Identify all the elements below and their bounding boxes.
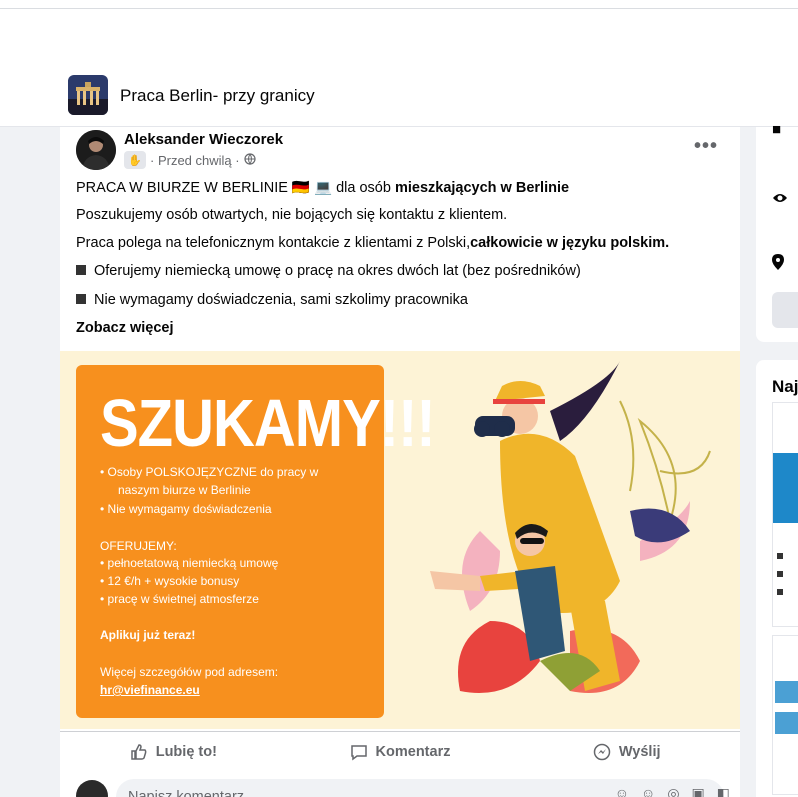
comment-icon <box>350 744 367 760</box>
comment-tools: ☺ ☺ ◎ ▣ ◧ <box>615 785 730 797</box>
group-header: Praca Berlin- przy granicy <box>0 65 798 127</box>
sidebar-button[interactable] <box>772 292 798 328</box>
lock-icon: ■ <box>772 121 782 138</box>
gif-icon[interactable]: ▣ <box>692 785 705 797</box>
recommended-item-thumbnail[interactable] <box>772 402 798 627</box>
card-offer-3: • pracę w świetnej atmosferze <box>100 592 259 606</box>
post-meta: ✋ · Przed chwilą · <box>124 151 256 169</box>
bullet-square-icon <box>76 294 86 304</box>
recommended-item-thumbnail-2[interactable] <box>772 635 798 795</box>
post-bullet-2-text: Nie wymagamy doświadczenia, sami szkolim… <box>94 292 468 308</box>
sidebar-title: Naj <box>772 377 798 396</box>
post-line-1-bold: mieszkających w Berlinie <box>394 180 570 196</box>
post-bullet-1: Oferujemy niemiecką umowę o pracę na okr… <box>76 263 581 279</box>
commenter-avatar <box>76 780 108 797</box>
more-options-icon[interactable]: ••• <box>694 135 718 158</box>
sticker-pack-icon[interactable]: ◧ <box>717 785 730 797</box>
eye-icon <box>772 191 788 208</box>
flag-laptop-emoji: 🇩🇪 💻 <box>291 180 333 196</box>
post-line-1: PRACA W BIURZE W BERLINIE 🇩🇪 💻 dla osób … <box>76 179 569 196</box>
globe-icon <box>243 152 256 168</box>
group-about-panel: ■ <box>756 121 798 342</box>
sticker-icon[interactable]: ☺ <box>615 785 629 797</box>
post-line-3-bold: całkowicie w języku polskim. <box>470 235 670 251</box>
post-actions-bar: Lubię to! Komentarz Wyślij <box>60 731 740 771</box>
author-avatar[interactable] <box>76 130 116 170</box>
thumbs-up-icon <box>130 743 147 760</box>
card-offer-2: • 12 €/h + wysokie bonusy <box>100 574 240 588</box>
card-title: SZUKAMY!!! <box>100 386 436 461</box>
card-offer-1: • pełnoetatową niemiecką umowę <box>100 556 279 570</box>
author-name[interactable]: Aleksander Wieczorek <box>124 131 283 148</box>
messenger-icon <box>593 743 611 760</box>
post-line-3: Praca polega na telefonicznym kontakcie … <box>76 235 669 251</box>
post-time[interactable]: · Przed chwilą · <box>150 153 240 168</box>
card-offer-title: OFERUJEMY: <box>100 539 177 553</box>
comment-composer: Napisz komentarz... ☺ ☺ ◎ ▣ ◧ <box>60 775 740 797</box>
post-line-2: Poszukujemy osób otwartych, nie bojących… <box>76 207 508 223</box>
group-cover-thumbnail[interactable] <box>68 75 108 115</box>
post-line-1-mid: dla osób <box>332 180 395 196</box>
post-image[interactable]: SZUKAMY!!! • Osoby POLSKOJĘZYCZNE do pra… <box>60 351 740 729</box>
job-ad-card: SZUKAMY!!! • Osoby POLSKOJĘZYCZNE do pra… <box>76 365 436 718</box>
top-navigation-bar <box>0 8 798 73</box>
comment-label: Komentarz <box>375 743 451 760</box>
card-bullet-2: • Nie wymagamy doświadczenia <box>100 502 272 516</box>
bullet-square-icon <box>76 265 86 275</box>
emoji-icon[interactable]: ☺ <box>641 785 655 797</box>
group-post: Aleksander Wieczorek ✋ · Przed chwilą · … <box>60 127 740 797</box>
like-label: Lubię to! <box>155 743 217 760</box>
post-line-1-text: PRACA W BIURZE W BERLINIE <box>76 180 292 196</box>
detective-illustration <box>430 361 711 693</box>
card-email: hr@viefinance.eu <box>100 683 200 697</box>
card-bullet-1b: naszym biurze w Berlinie <box>118 483 251 497</box>
member-badge-icon: ✋ <box>124 151 146 169</box>
camera-icon[interactable]: ◎ <box>667 785 679 797</box>
card-more-info: Więcej szczegółów pod adresem: <box>100 665 279 679</box>
see-more-link[interactable]: Zobacz więcej <box>76 320 174 336</box>
location-pin-icon <box>772 254 784 274</box>
post-bullet-2: Nie wymagamy doświadczenia, sami szkolim… <box>76 292 468 308</box>
card-bullet-1a: • Osoby POLSKOJĘZYCZNE do pracy w <box>100 465 319 479</box>
post-line-3-text: Praca polega na telefonicznym kontakcie … <box>76 235 471 251</box>
recommended-panel: Naj <box>756 360 798 797</box>
browser-top-strip <box>0 0 798 8</box>
comment-button[interactable]: Komentarz <box>287 732 514 771</box>
share-label: Wyślij <box>618 743 661 760</box>
share-button[interactable]: Wyślij <box>513 732 740 771</box>
group-title[interactable]: Praca Berlin- przy granicy <box>120 86 315 106</box>
like-button[interactable]: Lubię to! <box>60 732 287 771</box>
post-bullet-1-text: Oferujemy niemiecką umowę o pracę na okr… <box>94 263 581 279</box>
card-apply: Aplikuj już teraz! <box>100 628 196 642</box>
